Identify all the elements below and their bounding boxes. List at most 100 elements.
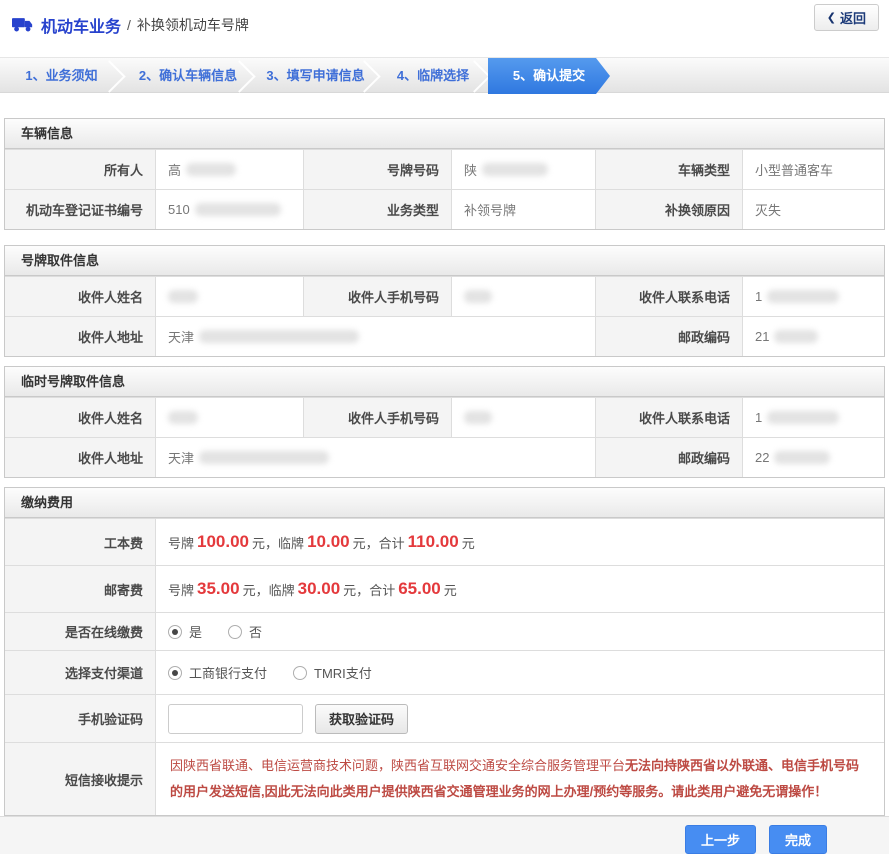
pay-channel-tmri-option[interactable]: TMRI支付 (293, 663, 372, 682)
redacted-text (767, 290, 839, 303)
temp-recipient-address-value: 天津 (155, 438, 595, 477)
temp-recipient-mobile-value (451, 398, 595, 437)
registration-cert-label: 机动车登记证书编号 (5, 190, 155, 229)
step-bar: 1、业务须知 2、确认车辆信息 3、填写申请信息 4、临牌选择 5、确认提交 (0, 57, 889, 93)
redacted-text (168, 411, 198, 424)
table-row: 邮寄费 号牌35.00元，临牌30.00元，合计65.00元 (5, 565, 884, 612)
registration-cert-value: 510 (155, 190, 303, 229)
radio-unchecked-icon[interactable] (228, 625, 242, 639)
temp-recipient-name-value (155, 398, 303, 437)
previous-step-button[interactable]: 上一步 (685, 825, 756, 854)
radio-checked-icon[interactable] (168, 625, 182, 639)
plate-cost-amount: 100.00 (194, 532, 252, 552)
step-5-confirm-submit[interactable]: 5、确认提交 (488, 58, 610, 94)
plate-number-value: 陕 (451, 150, 595, 189)
plate-postage-amount: 35.00 (194, 579, 243, 599)
temp-recipient-phone-label: 收件人联系电话 (595, 398, 742, 437)
table-row: 是否在线缴费 是 否 (5, 612, 884, 650)
sms-code-input[interactable] (168, 704, 303, 734)
owner-value: 高 (155, 150, 303, 189)
online-pay-no-option[interactable]: 否 (228, 622, 262, 641)
table-row: 选择支付渠道 工商银行支付 TMRI支付 (5, 650, 884, 694)
redacted-text (774, 451, 830, 464)
sms-code-label: 手机验证码 (5, 695, 155, 742)
step-1-business-notice[interactable]: 1、业务须知 (0, 58, 123, 94)
total-postage-amount: 65.00 (395, 579, 444, 599)
total-cost-amount: 110.00 (405, 532, 462, 552)
cost-fee-value: 号牌100.00元，临牌10.00元，合计110.00元 (155, 519, 884, 565)
truck-icon (12, 16, 34, 33)
app-title: 机动车业务 (41, 13, 121, 37)
vehicle-info-section: 车辆信息 所有人 高 号牌号码 陕 车辆类型 小型普通客车 机动车登记证书编号 … (4, 118, 885, 230)
step-2-confirm-vehicle[interactable]: 2、确认车辆信息 (123, 58, 253, 94)
table-row: 所有人 高 号牌号码 陕 车辆类型 小型普通客车 (5, 149, 884, 189)
recipient-name-label: 收件人姓名 (5, 277, 155, 316)
table-row: 收件人地址 天津 邮政编码 22 (5, 437, 884, 477)
pay-channel-options: 工商银行支付 TMRI支付 (155, 651, 884, 694)
get-code-button[interactable]: 获取验证码 (315, 704, 408, 734)
owner-label: 所有人 (5, 150, 155, 189)
redacted-text (199, 330, 359, 343)
temp-recipient-name-label: 收件人姓名 (5, 398, 155, 437)
back-chevron-icon: ❮ (827, 11, 836, 24)
business-type-value: 补领号牌 (451, 190, 595, 229)
postage-fee-value: 号牌35.00元，临牌30.00元，合计65.00元 (155, 566, 884, 612)
temp-zip-code-label: 邮政编码 (595, 438, 742, 477)
table-row: 机动车登记证书编号 510 业务类型 补领号牌 补换领原因 灭失 (5, 189, 884, 229)
table-row: 短信接收提示 因陕西省联通、电信运营商技术问题，陕西省互联网交通安全综合服务管理… (5, 742, 884, 815)
redacted-text (767, 411, 839, 424)
back-button[interactable]: ❮ 返回 (814, 4, 879, 31)
redacted-text (186, 163, 236, 176)
sms-tip-label: 短信接收提示 (5, 743, 155, 815)
redacted-text (195, 203, 281, 216)
plate-number-label: 号牌号码 (303, 150, 451, 189)
redacted-text (482, 163, 548, 176)
online-pay-yes-option[interactable]: 是 (168, 622, 202, 641)
back-button-label: 返回 (840, 8, 866, 27)
redacted-text (168, 290, 198, 303)
temp-recipient-address-label: 收件人地址 (5, 438, 155, 477)
online-pay-label: 是否在线缴费 (5, 613, 155, 650)
redacted-text (464, 411, 492, 424)
recipient-mobile-label: 收件人手机号码 (303, 277, 451, 316)
table-row: 收件人姓名 收件人手机号码 收件人联系电话 1 (5, 276, 884, 316)
table-row: 工本费 号牌100.00元，临牌10.00元，合计110.00元 (5, 518, 884, 565)
table-row: 收件人地址 天津 邮政编码 21 (5, 316, 884, 356)
step-3-fill-application[interactable]: 3、填写申请信息 (253, 58, 378, 94)
recipient-address-label: 收件人地址 (5, 317, 155, 356)
recipient-phone-value: 1 (742, 277, 884, 316)
table-row: 手机验证码 获取验证码 (5, 694, 884, 742)
temp-plate-delivery-section: 临时号牌取件信息 收件人姓名 收件人手机号码 收件人联系电话 1 收件人地址 天… (4, 366, 885, 478)
recipient-address-value: 天津 (155, 317, 595, 356)
vehicle-type-label: 车辆类型 (595, 150, 742, 189)
redacted-text (464, 290, 492, 303)
radio-unchecked-icon[interactable] (293, 666, 307, 680)
recipient-phone-label: 收件人联系电话 (595, 277, 742, 316)
pay-channel-label: 选择支付渠道 (5, 651, 155, 694)
sms-tip-text: 因陕西省联通、电信运营商技术问题，陕西省互联网交通安全综合服务管理平台无法向持陕… (155, 743, 884, 815)
page-header: 机动车业务 / 补换领机动车号牌 ❮ 返回 (0, 0, 889, 40)
zip-code-label: 邮政编码 (595, 317, 742, 356)
redacted-text (774, 330, 818, 343)
zip-code-value: 21 (742, 317, 884, 356)
temp-postage-amount: 30.00 (295, 579, 344, 599)
redacted-text (199, 451, 329, 464)
page-title: 补换领机动车号牌 (137, 15, 249, 35)
plate-delivery-section: 号牌取件信息 收件人姓名 收件人手机号码 收件人联系电话 1 收件人地址 天津 … (4, 245, 885, 357)
cost-fee-label: 工本费 (5, 519, 155, 565)
temp-cost-amount: 10.00 (304, 532, 353, 552)
radio-checked-icon[interactable] (168, 666, 182, 680)
pay-channel-icbc-option[interactable]: 工商银行支付 (168, 663, 267, 682)
online-pay-options: 是 否 (155, 613, 884, 650)
table-row: 收件人姓名 收件人手机号码 收件人联系电话 1 (5, 397, 884, 437)
step-4-temp-plate[interactable]: 4、临牌选择 (378, 58, 488, 94)
business-type-label: 业务类型 (303, 190, 451, 229)
reason-value: 灭失 (742, 190, 884, 229)
breadcrumb-divider: / (127, 17, 131, 33)
postage-fee-label: 邮寄费 (5, 566, 155, 612)
finish-button[interactable]: 完成 (769, 825, 827, 854)
plate-delivery-title: 号牌取件信息 (5, 246, 884, 276)
reason-label: 补换领原因 (595, 190, 742, 229)
footer-bar: 上一步 完成 (0, 816, 889, 854)
temp-recipient-mobile-label: 收件人手机号码 (303, 398, 451, 437)
